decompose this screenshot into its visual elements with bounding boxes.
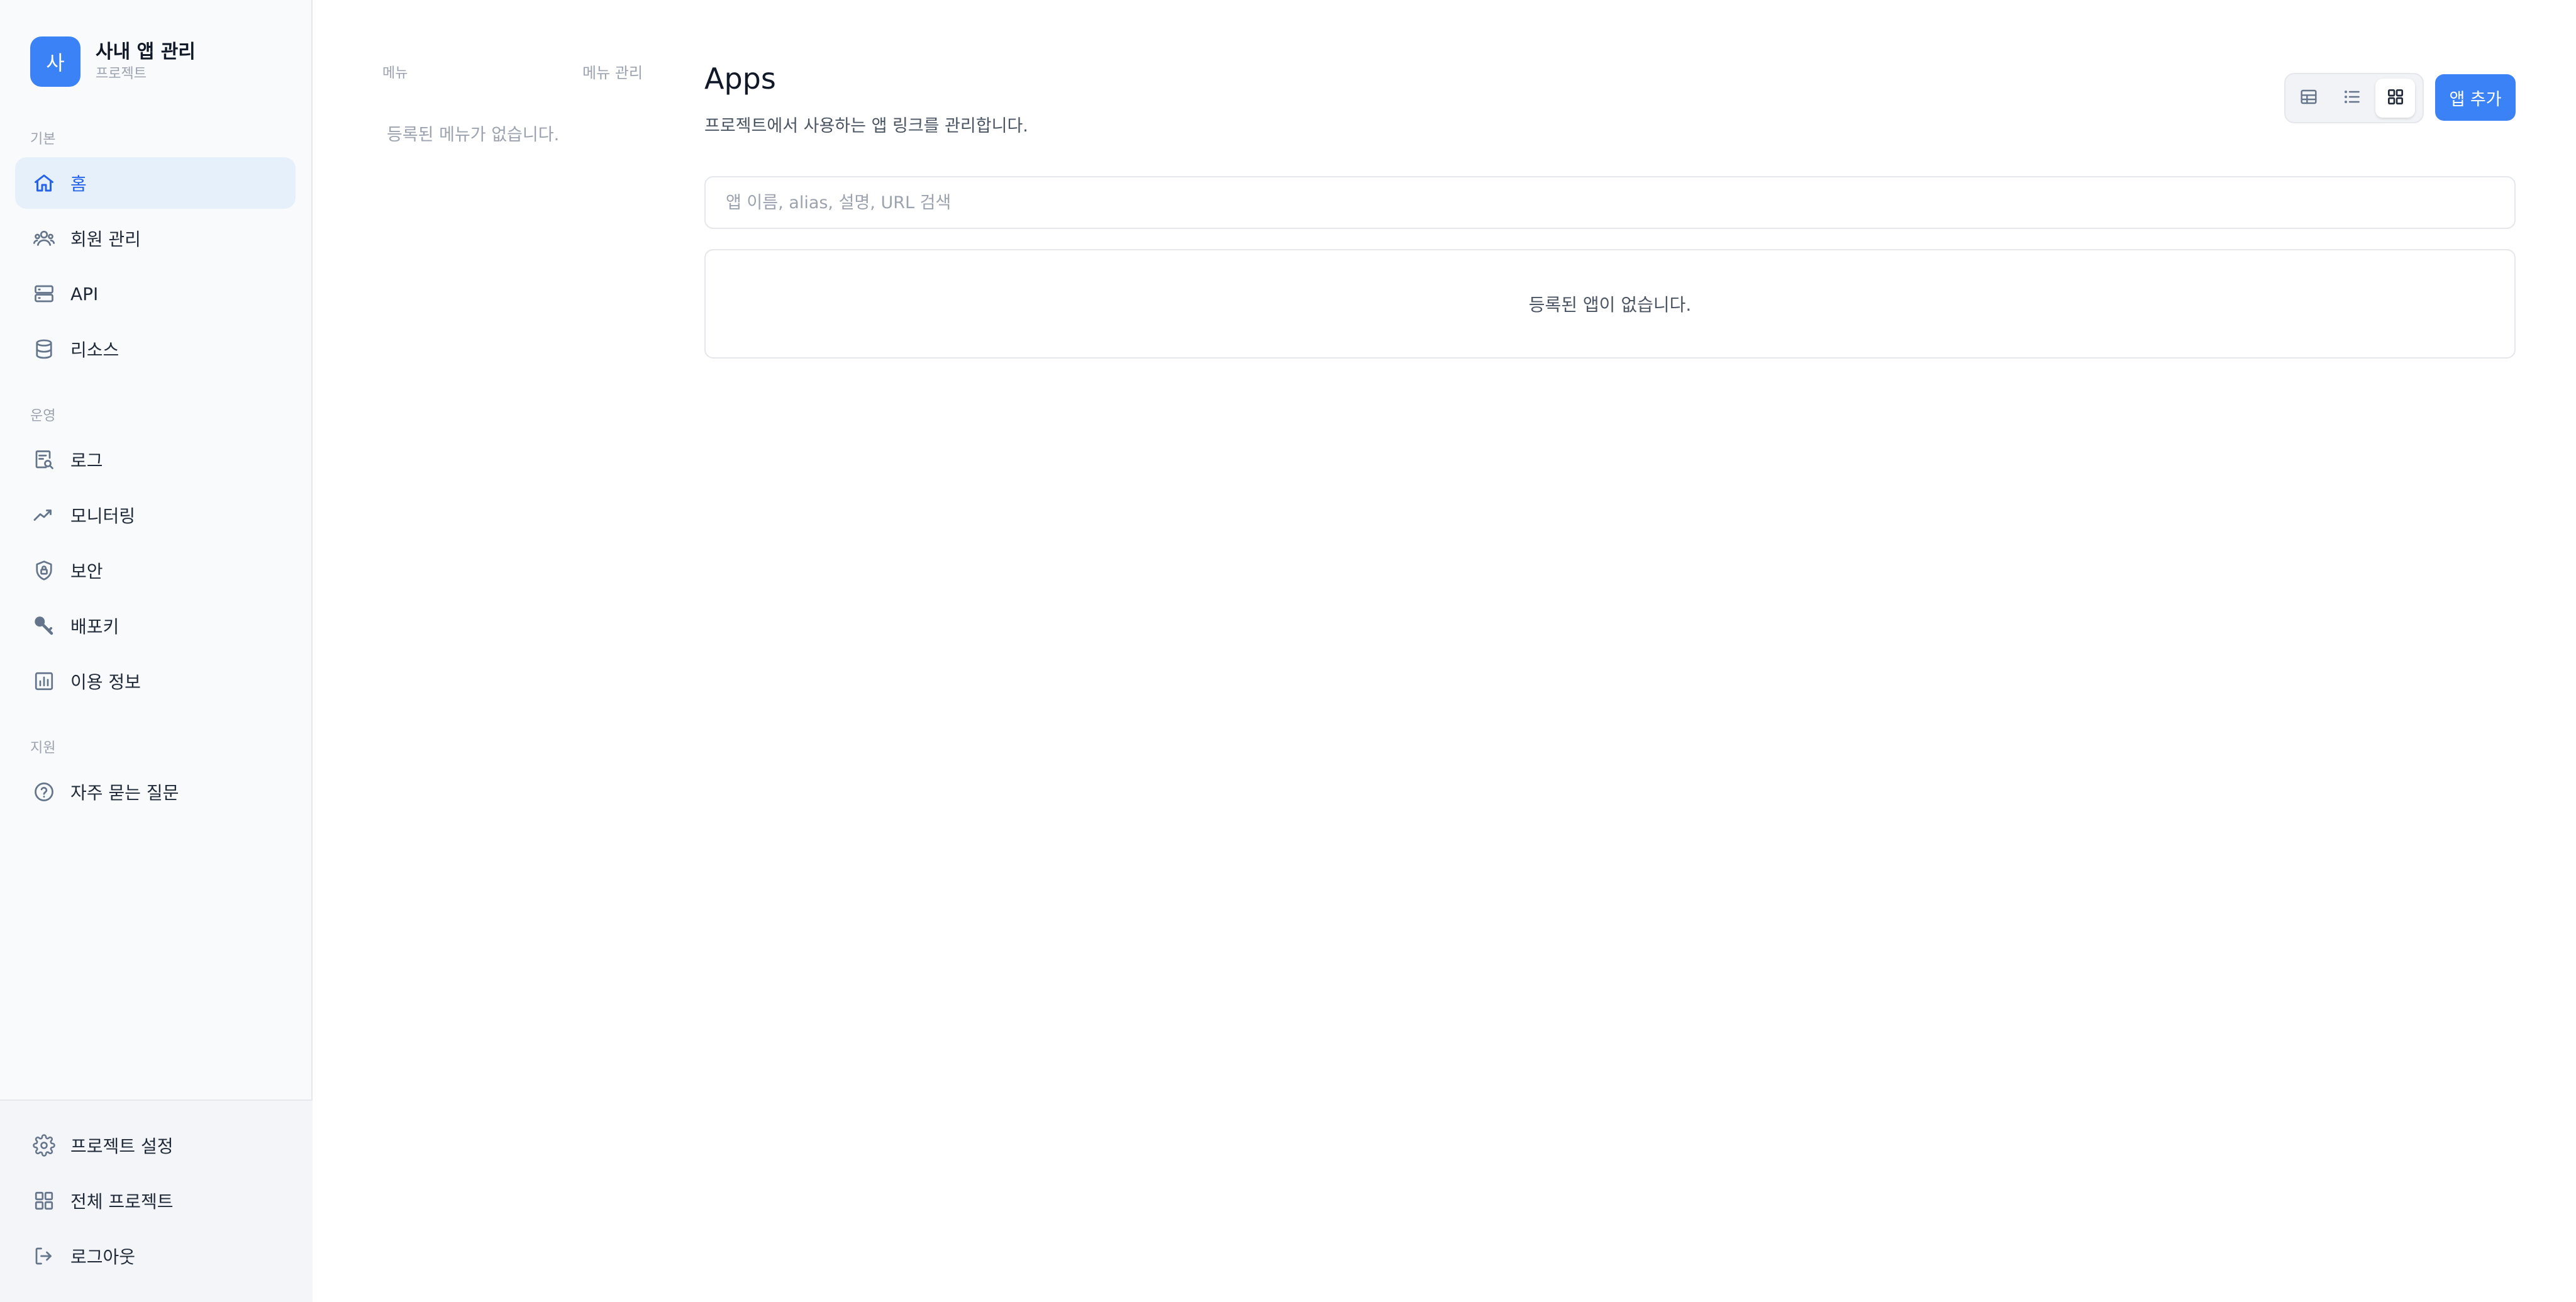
sidebar-item-label: 모니터링	[70, 506, 136, 526]
sidebar-item-label: 이용 정보	[70, 672, 141, 693]
page-title: Apps	[704, 62, 776, 96]
section-label-operations: 운영	[30, 408, 56, 424]
sidebar-item-resources[interactable]: 리소스	[15, 323, 296, 375]
trend-line-icon	[31, 503, 57, 528]
sidebar-item-label: 전체 프로젝트	[70, 1191, 174, 1212]
sidebar-item-home[interactable]: 홈	[15, 157, 296, 209]
grid-view-icon	[2385, 87, 2406, 109]
server-icon	[31, 281, 57, 306]
project-subtitle: 프로젝트	[96, 66, 147, 82]
app-root: 사 사내 앱 관리 프로젝트 기본 홈 회원 관리 API 리소스 운영 로그 …	[0, 0, 2576, 1302]
page-description: 프로젝트에서 사용하는 앱 링크를 관리합니다.	[704, 116, 1028, 136]
apps-empty-state: 등록된 앱이 없습니다.	[704, 249, 2516, 359]
sidebar-footer: 프로젝트 설정 전체 프로젝트 로그아웃	[0, 1099, 313, 1302]
sidebar-item-logout[interactable]: 로그아웃	[15, 1230, 296, 1282]
logout-icon	[31, 1244, 57, 1269]
sidebar-item-monitoring[interactable]: 모니터링	[15, 489, 296, 541]
add-app-button[interactable]: 앱 추가	[2435, 74, 2516, 121]
home-icon	[31, 170, 57, 196]
sidebar-item-label: 보안	[70, 561, 103, 582]
sidebar-item-api[interactable]: API	[15, 268, 296, 320]
sidebar-item-label: API	[70, 283, 99, 304]
menu-panel-title: 메뉴	[382, 65, 408, 81]
sidebar-item-label: 로그	[70, 450, 103, 471]
users-icon	[31, 226, 57, 251]
sidebar-item-label: 로그아웃	[70, 1247, 136, 1267]
sidebar-item-label: 홈	[70, 174, 87, 194]
table-icon	[2299, 87, 2319, 109]
view-grid-button[interactable]	[2375, 79, 2416, 118]
sidebar-item-label: 회원 관리	[70, 229, 141, 250]
sidebar-item-faq[interactable]: 자주 묻는 질문	[15, 766, 296, 818]
sidebar-item-all-projects[interactable]: 전체 프로젝트	[15, 1175, 296, 1227]
sidebar-item-security[interactable]: 보안	[15, 545, 296, 596]
sidebar-item-logs[interactable]: 로그	[15, 434, 296, 486]
project-name: 사내 앱 관리	[96, 41, 196, 63]
sidebar-item-members[interactable]: 회원 관리	[15, 213, 296, 264]
view-list-button[interactable]	[2333, 79, 2372, 118]
shield-lock-icon	[31, 558, 57, 583]
view-mode-toggle	[2284, 73, 2424, 123]
view-table-button[interactable]	[2289, 79, 2329, 118]
gear-icon	[31, 1133, 57, 1158]
sidebar-item-usage[interactable]: 이용 정보	[15, 655, 296, 707]
sidebar-item-label: 배포키	[70, 616, 119, 637]
sidebar: 사 사내 앱 관리 프로젝트 기본 홈 회원 관리 API 리소스 운영 로그 …	[0, 0, 313, 1302]
grid-icon	[31, 1188, 57, 1213]
sidebar-item-label: 자주 묻는 질문	[70, 782, 179, 803]
section-label-basic: 기본	[30, 131, 56, 147]
menu-empty-message: 등록된 메뉴가 없습니다.	[387, 125, 560, 145]
section-label-support: 지원	[30, 740, 56, 756]
project-logo: 사	[30, 36, 80, 87]
menu-manage-link[interactable]: 메뉴 관리	[582, 60, 643, 82]
key-icon	[31, 613, 57, 638]
brand-text: 사내 앱 관리 프로젝트	[96, 40, 196, 84]
sidebar-item-label: 프로젝트 설정	[70, 1136, 174, 1157]
help-circle-icon	[31, 779, 57, 804]
project-brand[interactable]: 사 사내 앱 관리 프로젝트	[30, 36, 196, 87]
app-search-input[interactable]	[704, 176, 2516, 229]
apps-empty-message: 등록된 앱이 없습니다.	[1528, 294, 1692, 315]
list-icon	[2342, 87, 2362, 109]
sidebar-item-project-settings[interactable]: 프로젝트 설정	[15, 1120, 296, 1171]
bar-chart-icon	[31, 669, 57, 694]
sidebar-item-label: 리소스	[70, 340, 119, 360]
log-search-icon	[31, 447, 57, 472]
sidebar-item-deploy-keys[interactable]: 배포키	[15, 600, 296, 652]
database-icon	[31, 337, 57, 362]
